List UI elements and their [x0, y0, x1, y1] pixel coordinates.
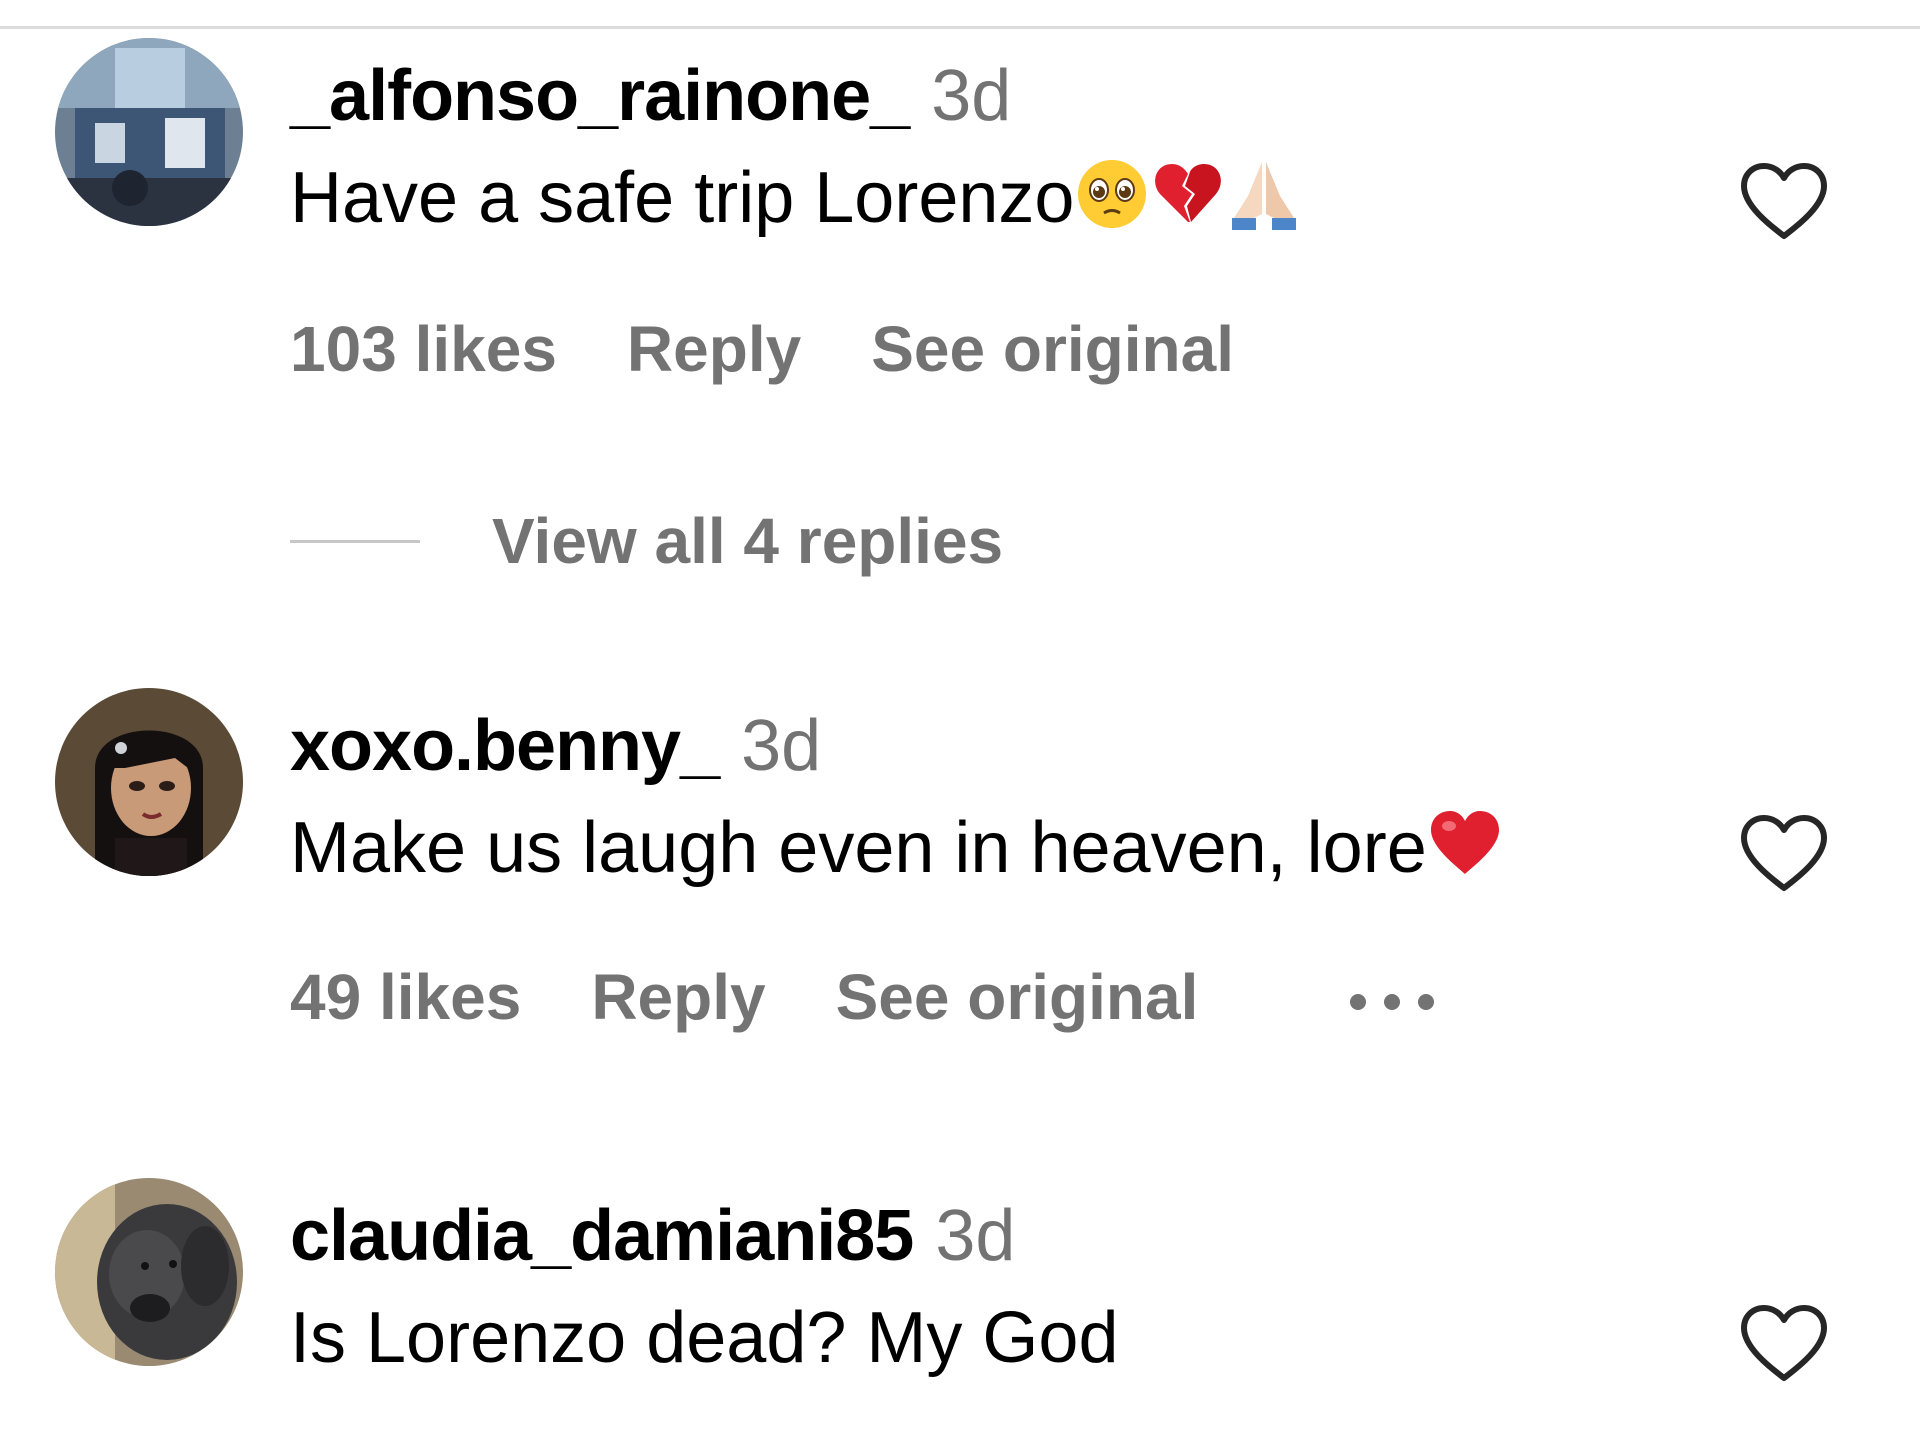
view-replies-label[interactable]: View all 4 replies: [492, 505, 1003, 577]
more-options-icon[interactable]: [1348, 992, 1436, 1012]
heart-outline-icon[interactable]: [1738, 1302, 1830, 1384]
likes-count[interactable]: 49 likes: [290, 961, 521, 1033]
heart-outline-icon[interactable]: [1738, 812, 1830, 894]
see-original-button[interactable]: See original: [871, 313, 1234, 385]
avatar[interactable]: [55, 688, 243, 876]
heart-outline-icon[interactable]: [1738, 160, 1830, 242]
username[interactable]: claudia_damiani85: [290, 1196, 914, 1276]
timestamp[interactable]: 3d: [741, 706, 821, 786]
avatar[interactable]: [55, 1178, 243, 1366]
see-original-button[interactable]: See original: [836, 961, 1199, 1033]
comment-actions: 103 likes Reply See original: [290, 313, 1304, 385]
comment-header: xoxo.benny_ 3d: [290, 706, 821, 786]
pleading-face-emoji-icon: [1074, 156, 1150, 250]
likes-count[interactable]: 103 likes: [290, 313, 557, 385]
avatar[interactable]: [55, 38, 243, 226]
reply-button[interactable]: Reply: [627, 313, 801, 385]
comment-text: Is Lorenzo dead? My God: [290, 1296, 1119, 1380]
replies-divider: [290, 539, 420, 543]
comment-text-content: Make us laugh even in heaven, lore: [290, 808, 1427, 888]
broken-heart-emoji-icon: [1150, 156, 1226, 250]
top-divider: [0, 26, 1920, 29]
timestamp[interactable]: 3d: [935, 1196, 1015, 1276]
comment-text: Make us laugh even in heaven, lore: [290, 806, 1503, 900]
comment-text-content: Is Lorenzo dead? My God: [290, 1298, 1119, 1378]
username[interactable]: _alfonso_rainone_: [290, 56, 910, 136]
red-heart-emoji-icon: [1427, 806, 1503, 900]
timestamp[interactable]: 3d: [931, 56, 1011, 136]
comment-header: _alfonso_rainone_ 3d: [290, 56, 1011, 136]
username[interactable]: xoxo.benny_: [290, 706, 720, 786]
comment-actions: 49 likes Reply See original: [290, 961, 1436, 1033]
comment-header: claudia_damiani85 3d: [290, 1196, 1015, 1276]
comment-text: Have a safe trip Lorenzo: [290, 156, 1302, 250]
folded-hands-emoji-icon: [1226, 156, 1302, 250]
reply-button[interactable]: Reply: [591, 961, 765, 1033]
comment-text-content: Have a safe trip Lorenzo: [290, 158, 1075, 238]
view-replies[interactable]: View all 4 replies: [290, 505, 1003, 577]
